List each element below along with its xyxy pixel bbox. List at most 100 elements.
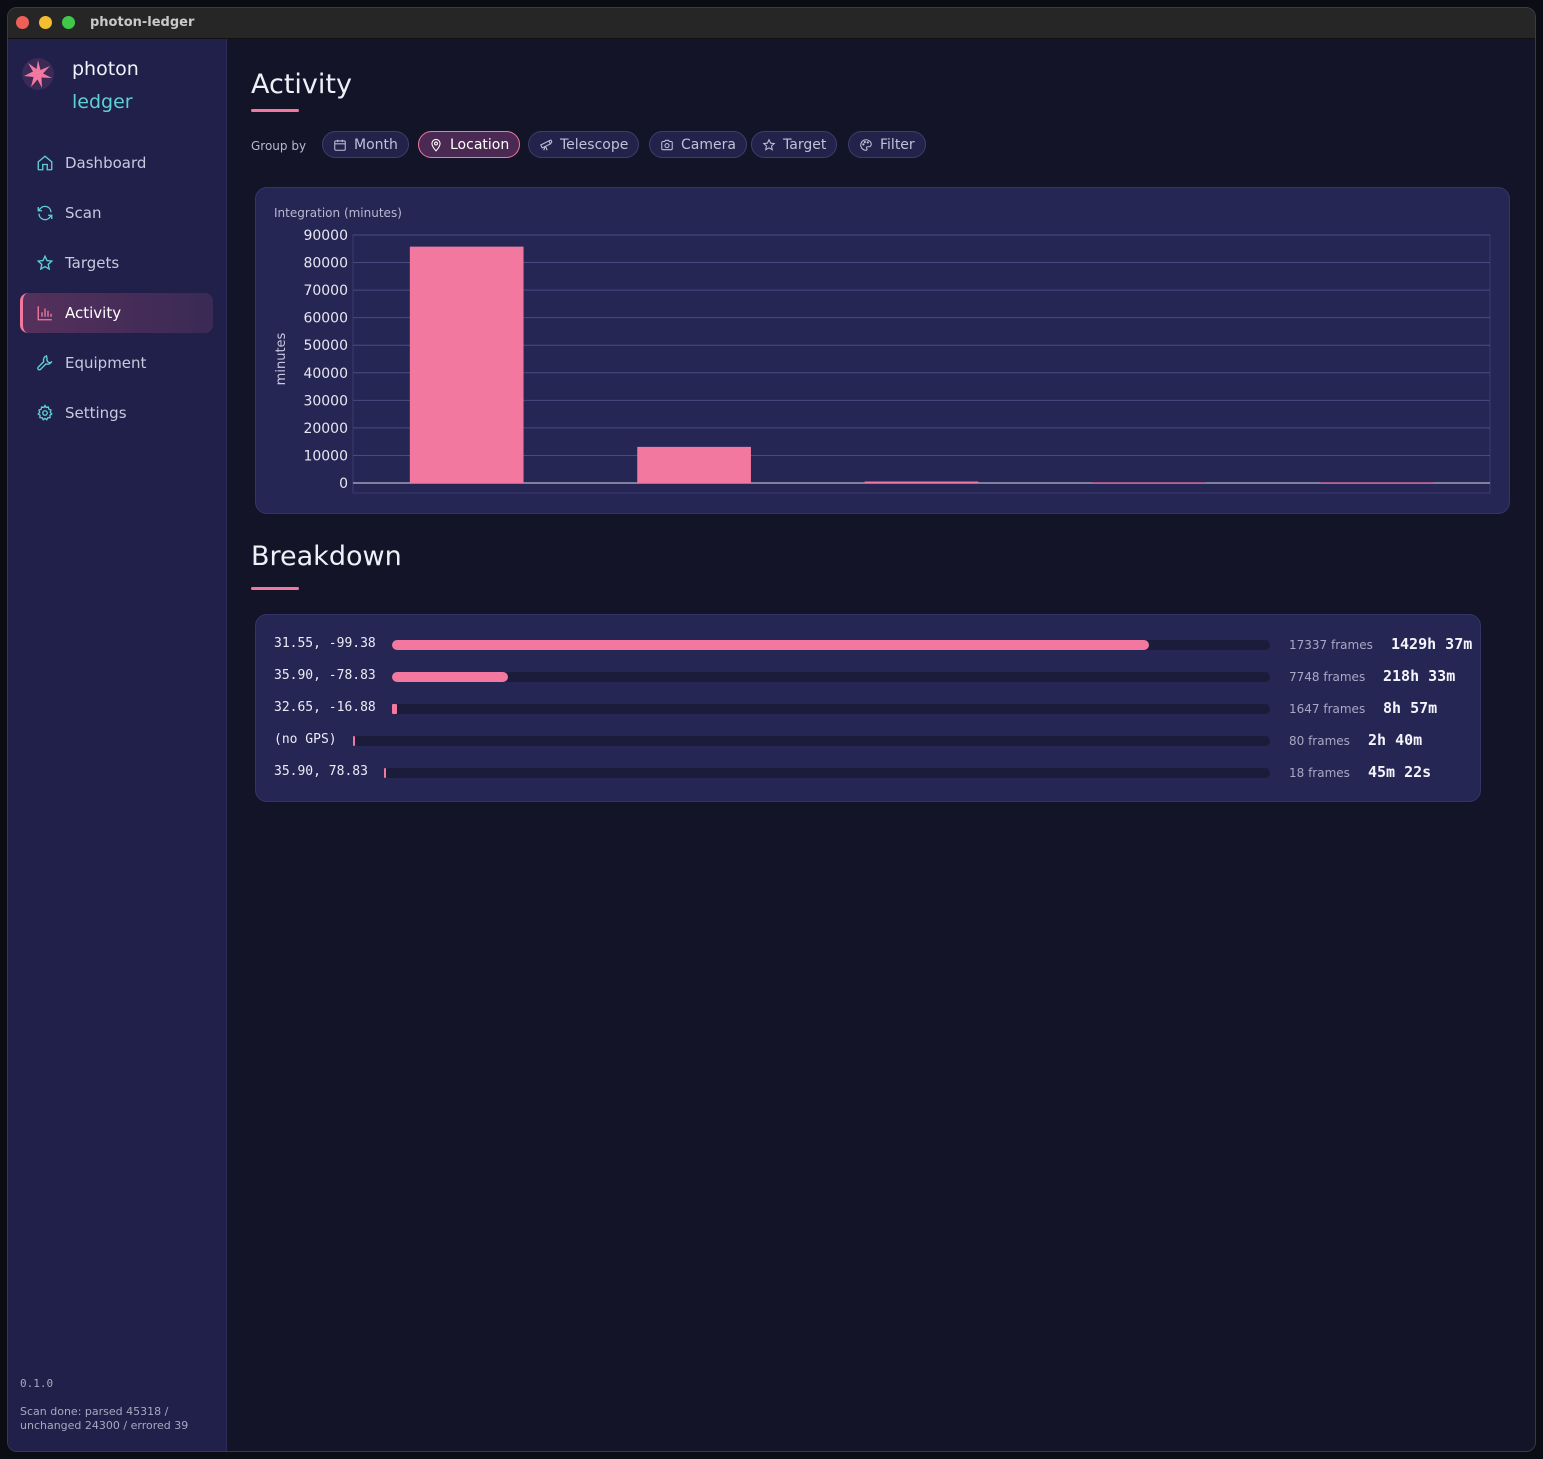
breakdown-row: 35.90, -78.83 7748 frames 218h 33m [256,667,1480,687]
chart-bar [1092,482,1206,483]
chip-label: Location [450,136,510,153]
title-underline [251,109,299,112]
y-tick-label: 80000 [303,256,348,272]
sidebar-item-label: Equipment [65,354,147,372]
breakdown-duration: 45m 22s [1368,763,1432,781]
page-title: Activity [251,69,352,100]
y-tick-label: 60000 [303,311,348,327]
window-title: photon-ledger [90,15,195,30]
sidebar-item-label: Activity [65,304,122,322]
breakdown-bar-fill [392,672,508,682]
breakdown-duration: 1429h 37m [1391,635,1473,653]
chip-label: Telescope [560,136,629,153]
breakdown-row: (no GPS) 80 frames 2h 40m [256,731,1480,751]
chip-label: Filter [880,136,915,153]
minimize-window-button[interactable] [39,16,52,29]
sidebar-item-activity[interactable]: Activity [20,293,213,333]
sidebar-item-settings[interactable]: Settings [20,393,213,433]
y-tick-label: 10000 [303,448,348,464]
brand-name-line1: photon [72,58,139,80]
breakdown-bar-fill [392,640,1149,650]
sidebar-item-label: Dashboard [65,154,147,172]
breakdown-duration: 218h 33m [1383,667,1456,685]
group-by-month-chip[interactable]: Month [322,131,409,158]
zoom-window-button[interactable] [62,16,75,29]
chart-bar [1319,482,1434,483]
scan-status: Scan done: parsed 45318 / unchanged 2430… [20,1405,189,1432]
gear-icon [37,404,53,421]
breakdown-location-label: (no GPS) [274,732,337,747]
breakdown-duration: 8h 57m [1383,699,1438,717]
breakdown-bar-track [384,768,1270,778]
breakdown-title: Breakdown [251,541,402,572]
breakdown-card: 31.55, -99.38 17337 frames 1429h 37m 35.90,… [255,614,1481,802]
app-window: photon-ledger photon ledger Dashboard Sc… [7,7,1536,1452]
sidebar-item-dashboard[interactable]: Dashboard [20,143,213,183]
sidebar-item-equipment[interactable]: Equipment [20,343,213,383]
breakdown-location-label: 31.55, -99.38 [274,636,376,651]
breakdown-row: 32.65, -16.88 1647 frames 8h 57m [256,699,1480,719]
calendar-icon [334,139,346,151]
breakdown-bar-fill [392,704,397,714]
chip-label: Month [354,136,398,153]
y-tick-label: 50000 [303,338,348,354]
map-pin-icon [431,138,441,152]
breakdown-frame-count: 18 frames [1289,766,1350,780]
logo-star-icon [22,58,54,90]
group-by-label: Group by [251,139,307,153]
breakdown-bar-track [392,672,1270,682]
breakdown-location-label: 35.90, 78.83 [274,764,368,779]
group-by-camera-chip[interactable]: Camera [649,131,747,158]
group-by-location-chip[interactable]: Location [418,131,521,158]
breakdown-bar-track [392,704,1270,714]
y-tick-label: 0 [339,476,348,492]
breakdown-frame-count: 1647 frames [1289,702,1366,716]
y-axis-label: minutes [274,332,289,385]
sidebar-item-label: Targets [65,254,120,272]
y-tick-label: 20000 [303,421,348,437]
brand-name-line2: ledger [72,91,133,113]
activity-chart-card: Integration (minutes) 0 10000 20000 30000 40… [255,187,1510,514]
sidebar-item-scan[interactable]: Scan [20,193,213,233]
y-tick-label: 30000 [303,393,348,409]
breakdown-bar-track [353,736,1270,746]
camera-icon [661,139,673,150]
breakdown-row: 35.90, 78.83 18 frames 45m 22s [256,763,1480,783]
star-icon [762,138,776,151]
chart-bar [409,246,524,483]
y-tick-label: 40000 [303,366,348,382]
breakdown-frame-count: 17337 frames [1289,638,1373,652]
group-by-telescope-chip[interactable]: Telescope [528,131,640,158]
close-window-button[interactable] [16,16,29,29]
title-bar: photon-ledger [8,8,1535,39]
chip-label: Target [783,136,827,153]
breakdown-underline [251,587,299,590]
group-by-filter-chip[interactable]: Filter [848,131,926,158]
star-icon [36,254,54,271]
palette-icon [860,138,872,151]
activity-bar-chart: 0 10000 20000 30000 40000 50000 60000 70000 8000… [274,228,1491,494]
sidebar-item-targets[interactable]: Targets [20,243,213,283]
breakdown-duration: 2h 40m [1368,731,1423,749]
home-icon [37,155,53,171]
breakdown-row: 31.55, -99.38 17337 frames 1429h 37m [256,635,1480,655]
sidebar: photon ledger Dashboard Scan Targets Act… [8,39,227,1451]
refresh-icon [37,205,53,221]
chart-bar [864,481,979,483]
breakdown-location-label: 32.65, -16.88 [274,700,376,715]
bar-chart-icon [37,306,52,321]
breakdown-bar-track [392,640,1270,650]
wrench-icon [37,354,53,371]
breakdown-frame-count: 80 frames [1289,734,1350,748]
app-version: 0.1.0 [20,1377,54,1390]
main-content: Activity Group by Month Location Telesco… [228,39,1535,1451]
breakdown-location-label: 35.90, -78.83 [274,668,376,683]
y-tick-label: 90000 [303,228,348,244]
y-tick-label: 70000 [303,283,348,299]
group-by-target-chip[interactable]: Target [751,131,838,158]
chart-bar [637,446,751,483]
telescope-icon [540,138,553,150]
breakdown-bar-fill [384,768,386,778]
sidebar-item-label: Scan [65,204,102,222]
breakdown-bar-fill [353,736,355,746]
